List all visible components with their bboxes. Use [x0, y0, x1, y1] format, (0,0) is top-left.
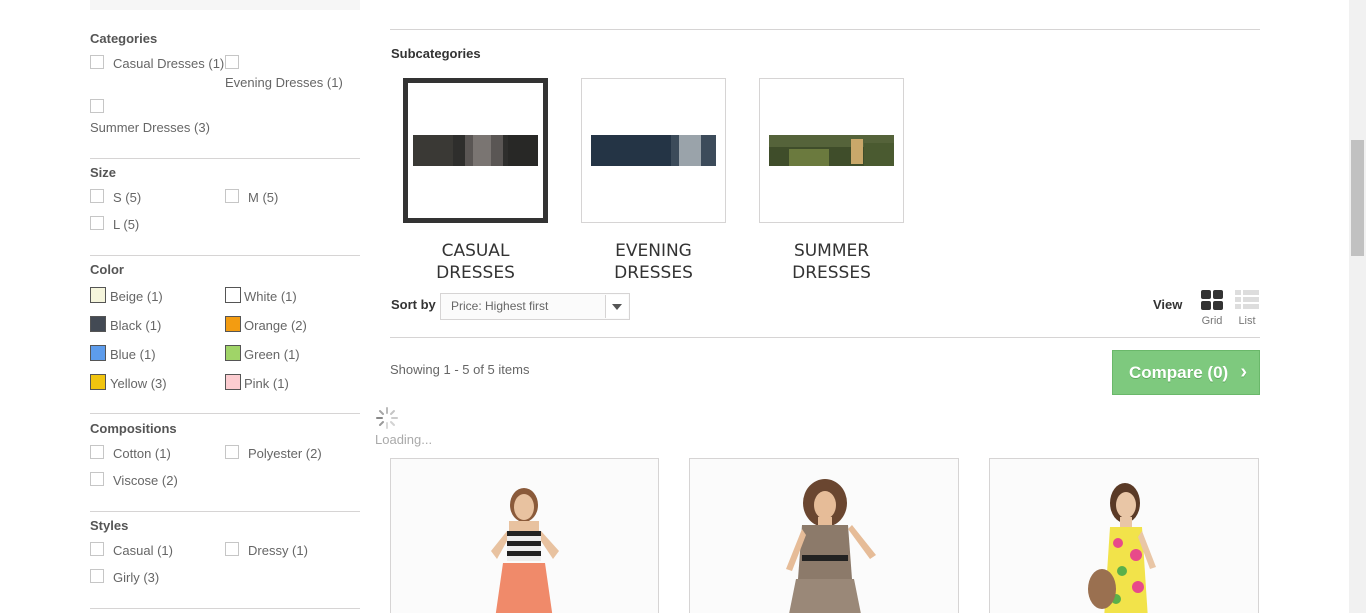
filter-option-girly[interactable]: Girly (3)	[113, 570, 159, 585]
checkbox-dressy[interactable]	[225, 542, 239, 556]
filter-option-white[interactable]: White (1)	[244, 289, 297, 304]
filter-option-black[interactable]: Black (1)	[110, 318, 161, 333]
filter-option-green[interactable]: Green (1)	[244, 347, 300, 362]
compare-button[interactable]: Compare (0) ›	[1112, 350, 1260, 395]
filter-option-beige[interactable]: Beige (1)	[110, 289, 163, 304]
scrollbar-thumb[interactable]	[1351, 140, 1364, 256]
content-divider	[390, 29, 1260, 30]
filter-option-summer-dresses[interactable]: Summer Dresses (3)	[90, 120, 210, 135]
filter-option-casual[interactable]: Casual (1)	[113, 543, 173, 558]
checkbox-girly[interactable]	[90, 569, 104, 583]
checkbox-summer-dresses[interactable]	[90, 99, 104, 113]
filter-option-pink[interactable]: Pink (1)	[244, 376, 289, 391]
subcategory-image-evening-dresses[interactable]	[581, 78, 726, 223]
sidebar-divider	[90, 608, 360, 609]
checkbox-evening-dresses[interactable]	[225, 55, 239, 69]
sidebar-divider	[90, 511, 360, 512]
product-image	[690, 459, 958, 613]
view-label: View	[1153, 297, 1183, 312]
filter-title-size: Size	[90, 165, 117, 180]
sidebar-divider	[90, 255, 360, 256]
filter-option-cotton[interactable]: Cotton (1)	[113, 446, 171, 461]
loading-text: Loading...	[375, 432, 433, 447]
subcategory-image-summer-dresses[interactable]	[759, 78, 904, 223]
color-swatch-pink[interactable]	[225, 374, 241, 390]
subcategory-name-evening-dresses[interactable]: Evening Dresses	[581, 240, 726, 284]
vertical-scrollbar[interactable]	[1349, 0, 1366, 613]
subcategory-image-casual-dresses[interactable]	[403, 78, 548, 223]
filter-option-blue[interactable]: Blue (1)	[110, 347, 156, 362]
subcategory-name-casual-dresses[interactable]: Casual Dresses	[403, 240, 548, 284]
product-card[interactable]	[390, 458, 659, 613]
product-card[interactable]	[989, 458, 1259, 613]
color-swatch-yellow[interactable]	[90, 374, 106, 390]
checkbox-size-m[interactable]	[225, 189, 239, 203]
sort-selected-value: Price: Highest first	[451, 299, 549, 313]
loading-spinner-icon	[376, 407, 398, 429]
filter-option-polyester[interactable]: Polyester (2)	[248, 446, 322, 461]
view-grid-label: Grid	[1201, 315, 1223, 327]
checkbox-casual-dresses[interactable]	[90, 55, 104, 69]
content-divider	[390, 337, 1260, 338]
sort-select[interactable]: Price: Highest first	[440, 293, 630, 320]
color-swatch-green[interactable]	[225, 345, 241, 361]
filter-title-categories: Categories	[90, 31, 158, 46]
color-swatch-orange[interactable]	[225, 316, 241, 332]
color-swatch-white[interactable]	[225, 287, 241, 303]
product-image	[990, 459, 1258, 613]
grid-icon	[1201, 290, 1223, 310]
subcategory-thumbnail	[413, 135, 538, 166]
subcategory-name-summer-dresses[interactable]: Summer Dresses	[759, 240, 904, 284]
compare-button-label: Compare (0)	[1129, 363, 1229, 382]
color-swatch-blue[interactable]	[90, 345, 106, 361]
view-grid-button[interactable]: Grid	[1197, 290, 1227, 327]
sort-by-label: Sort by	[391, 297, 436, 312]
subcategory-thumbnail	[591, 135, 716, 166]
sidebar-top-block	[90, 0, 360, 10]
filter-option-size-m[interactable]: M (5)	[248, 190, 278, 205]
subcategory-thumbnail	[769, 135, 894, 166]
subcategories-title: Subcategories	[391, 46, 481, 61]
checkbox-viscose[interactable]	[90, 472, 104, 486]
filter-option-casual-dresses[interactable]: Casual Dresses (1)	[113, 56, 224, 71]
chevron-right-icon: ›	[1240, 361, 1247, 383]
color-swatch-beige[interactable]	[90, 287, 106, 303]
filter-title-compositions: Compositions	[90, 421, 177, 436]
checkbox-size-s[interactable]	[90, 189, 104, 203]
filter-option-orange[interactable]: Orange (2)	[244, 318, 307, 333]
checkbox-cotton[interactable]	[90, 445, 104, 459]
filter-title-color: Color	[90, 262, 124, 277]
color-swatch-black[interactable]	[90, 316, 106, 332]
checkbox-casual[interactable]	[90, 542, 104, 556]
sidebar-divider	[90, 158, 360, 159]
product-card[interactable]	[689, 458, 959, 613]
filter-option-dressy[interactable]: Dressy (1)	[248, 543, 308, 558]
view-list-label: List	[1238, 315, 1256, 327]
filter-option-size-s[interactable]: S (5)	[113, 190, 141, 205]
sidebar-divider	[90, 413, 360, 414]
checkbox-polyester[interactable]	[225, 445, 239, 459]
view-list-button[interactable]: List	[1232, 290, 1262, 327]
filter-title-styles: Styles	[90, 518, 129, 533]
filter-option-viscose[interactable]: Viscose (2)	[113, 473, 178, 488]
filter-option-yellow[interactable]: Yellow (3)	[110, 376, 167, 391]
filter-option-size-l[interactable]: L (5)	[113, 217, 139, 232]
chevron-down-icon[interactable]	[605, 295, 628, 318]
showing-items-text: Showing 1 - 5 of 5 items	[390, 362, 530, 377]
product-image	[391, 459, 658, 613]
checkbox-size-l[interactable]	[90, 216, 104, 230]
list-icon	[1235, 290, 1259, 309]
filter-option-evening-dresses[interactable]: Evening Dresses (1)	[225, 75, 343, 90]
